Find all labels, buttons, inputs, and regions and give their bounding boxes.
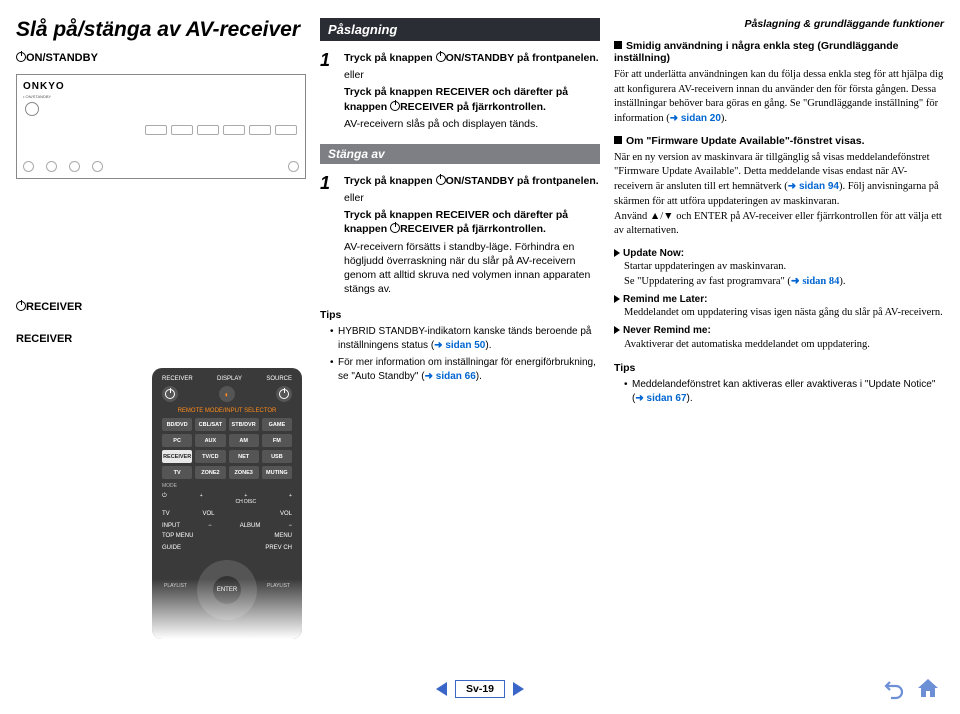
left-column: Slå på/stänga av AV-receiver ON/STANDBY …: [16, 18, 306, 409]
home-icon[interactable]: [916, 676, 940, 700]
brand-logo: ONKYO: [23, 81, 65, 92]
section-power-on: Påslagning: [320, 18, 600, 41]
page-number: Sv-19: [455, 680, 505, 698]
power-icon: [436, 52, 446, 62]
step-power-on: 1 Tryck på knappen ON/STANDBY på frontpa…: [320, 51, 600, 134]
power-icon: [436, 175, 446, 185]
bullet-heading: Smidig användning i några enkla steg (Gr…: [614, 40, 944, 64]
option-never-remind: Never Remind me: Avaktiverar det automat…: [614, 324, 944, 352]
remote-mode-label: REMOTE MODE/INPUT SELECTOR: [162, 408, 292, 414]
step-number: 1: [320, 174, 336, 299]
prev-page-icon[interactable]: [436, 682, 447, 696]
power-icon: [390, 101, 400, 111]
page-link[interactable]: sidan 67: [647, 393, 687, 404]
power-icon: [16, 52, 26, 62]
page-footer: Sv-19: [0, 680, 960, 698]
middle-column: Påslagning 1 Tryck på knappen ON/STANDBY…: [320, 18, 600, 409]
page-link[interactable]: sidan 84: [802, 276, 839, 287]
bullet-heading: Om "Firmware Update Available"-fönstret …: [614, 135, 944, 147]
remote-control-illustration: RECEIVER DISPLAY SOURCE ◐ REMOTE MODE/IN…: [152, 368, 302, 639]
receiver-power-label: RECEIVER: [16, 301, 306, 313]
chapter-heading: Påslagning & grundläggande funktioner: [614, 18, 944, 30]
page-link[interactable]: sidan 94: [799, 181, 839, 192]
remote-input-grid: BD/DVD CBL/SAT STB/DVR GAME PC AUX AM FM…: [162, 418, 292, 479]
panel-power-button-icon: [25, 102, 39, 116]
remote-display-icon: ◐: [219, 386, 235, 402]
step-number: 1: [320, 51, 336, 134]
option-update-now: Update Now: Startar uppdateringen av mas…: [614, 247, 944, 289]
next-page-icon[interactable]: [513, 682, 524, 696]
tips-list: HYBRID STANDBY-indikatorn kanske tänds b…: [320, 325, 600, 384]
receiver-front-panel: ONKYO • ON/STANDBY: [16, 74, 306, 179]
right-column: Påslagning & grundläggande funktioner Sm…: [614, 18, 944, 409]
step-power-off: 1 Tryck på knappen ON/STANDBY på frontpa…: [320, 174, 600, 299]
option-remind-later: Remind me Later: Meddelandet om uppdater…: [614, 293, 944, 321]
page-link[interactable]: sidan 20: [681, 113, 721, 124]
undo-icon[interactable]: [882, 676, 906, 700]
power-icon: [390, 223, 400, 233]
receiver-label: RECEIVER: [16, 333, 306, 345]
remote-source-power-icon: [276, 386, 292, 402]
tips-list-right: Meddelandefönstret kan aktiveras eller a…: [614, 378, 944, 406]
page-title: Slå på/stänga av AV-receiver: [16, 18, 306, 42]
tips-heading: Tips: [320, 309, 600, 321]
tips-heading: Tips: [614, 362, 944, 374]
section-power-off: Stänga av: [320, 144, 600, 164]
remote-receiver-power-icon: [162, 386, 178, 402]
power-icon: [16, 301, 26, 311]
page-link[interactable]: sidan 66: [436, 371, 476, 382]
page-link[interactable]: sidan 50: [445, 340, 485, 351]
on-standby-label: ON/STANDBY: [16, 52, 306, 64]
